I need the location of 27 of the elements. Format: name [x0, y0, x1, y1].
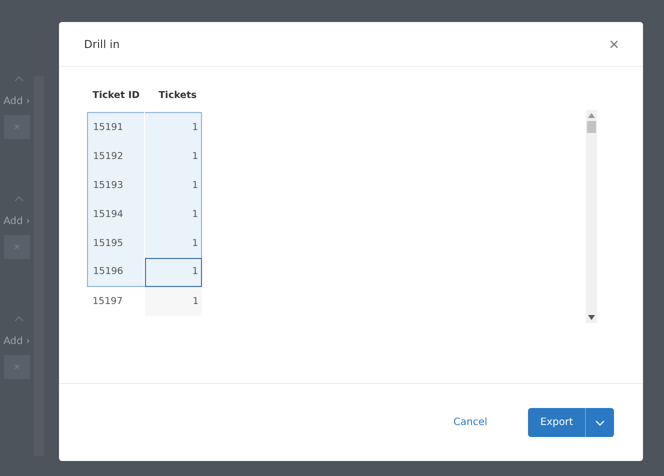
- table-cell[interactable]: 1: [144, 200, 202, 228]
- table-cell[interactable]: 1: [144, 286, 202, 316]
- table-cell[interactable]: 1: [144, 112, 202, 142]
- table-cell[interactable]: 1: [144, 142, 202, 170]
- table-cell[interactable]: 15194: [88, 200, 145, 228]
- column-header: Tickets: [144, 87, 202, 112]
- cancel-button[interactable]: Cancel: [447, 416, 494, 429]
- dialog-title: Drill in: [84, 38, 120, 50]
- table-cell[interactable]: 15191: [88, 112, 145, 142]
- chevron-down-icon: [595, 420, 605, 426]
- column-header: Ticket ID: [88, 87, 145, 112]
- table-cell[interactable]: 15193: [88, 170, 145, 200]
- scrollbar[interactable]: [586, 110, 597, 323]
- close-button[interactable]: ×: [609, 36, 619, 52]
- scroll-down-icon[interactable]: [588, 315, 595, 320]
- scrollbar-thumb[interactable]: [587, 121, 596, 133]
- table-cell[interactable]: 1: [144, 228, 202, 258]
- table-cell[interactable]: 1: [144, 170, 202, 200]
- table-cell[interactable]: 15197: [88, 286, 145, 316]
- table-cell[interactable]: 1: [144, 258, 202, 286]
- scroll-up-icon[interactable]: [588, 113, 595, 118]
- table-cell[interactable]: 15196: [88, 258, 145, 286]
- chevron-up-icon[interactable]: [14, 76, 24, 82]
- chevron-up-icon[interactable]: [14, 196, 24, 202]
- table-cell[interactable]: 15195: [88, 228, 145, 258]
- table-cell[interactable]: 15192: [88, 142, 145, 170]
- chevron-up-icon[interactable]: [14, 316, 24, 322]
